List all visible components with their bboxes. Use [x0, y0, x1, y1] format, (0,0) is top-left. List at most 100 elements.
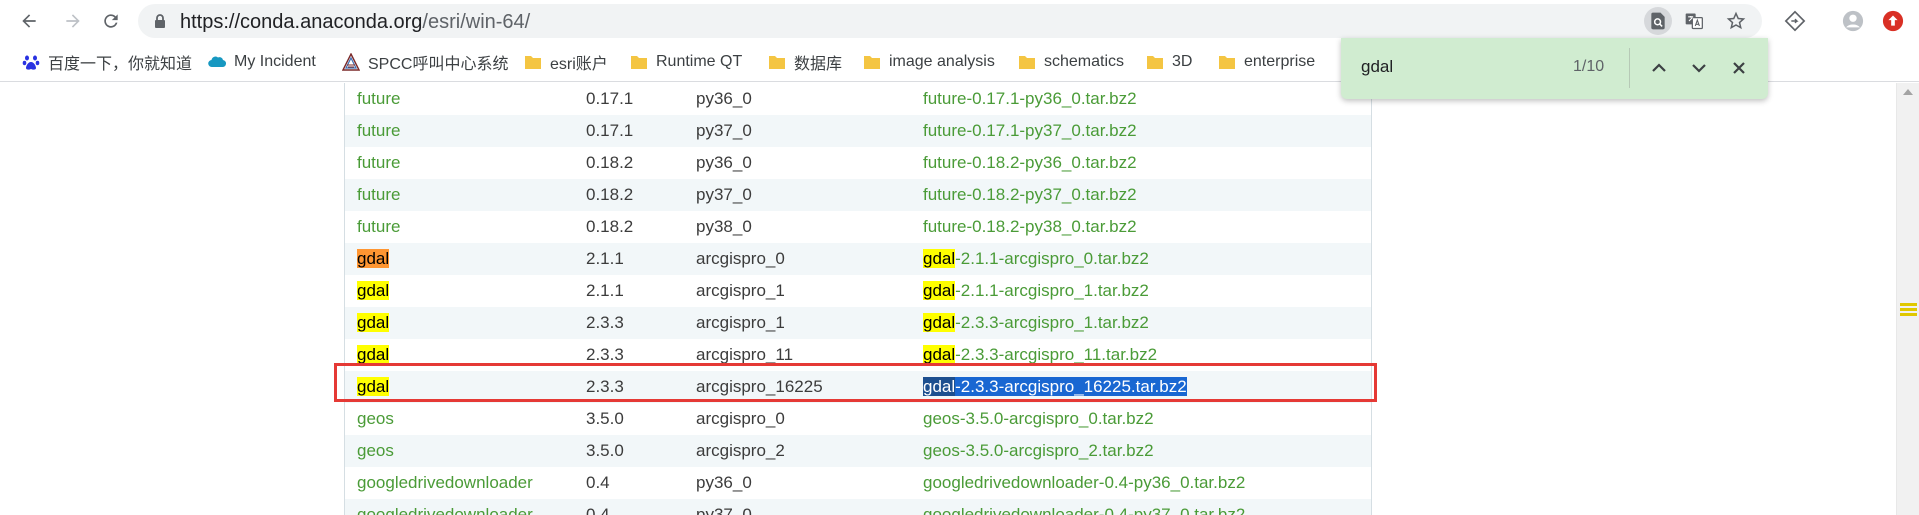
forward-button[interactable] [58, 6, 88, 36]
url-path: /esri/win-64/ [422, 11, 531, 33]
package-name-link[interactable]: future [357, 216, 400, 238]
translate-button[interactable] [1680, 7, 1708, 35]
bookmark-folder-enterprise[interactable]: enterprise [1218, 51, 1315, 73]
package-file-link[interactable]: future-0.18.2-py38_0.tar.bz2 [923, 216, 1137, 238]
package-file-link[interactable]: future-0.18.2-py36_0.tar.bz2 [923, 152, 1137, 174]
package-name-link[interactable]: googledrivedownloader [357, 472, 533, 494]
arrow-left-icon [22, 14, 36, 28]
bookmark-folder-esri[interactable]: esri账户 [524, 51, 608, 73]
find-input[interactable]: gdal [1361, 57, 1393, 77]
package-name-link[interactable]: future [357, 88, 400, 110]
package-name-link[interactable]: future [357, 152, 400, 174]
package-build: arcgispro_1 [696, 281, 785, 300]
find-match-marker [1900, 313, 1917, 316]
chevron-up-icon [1652, 63, 1666, 72]
package-version: 0.17.1 [586, 89, 634, 108]
bookmark-star-button[interactable] [1722, 7, 1750, 35]
bookmark-folder-image-analysis[interactable]: image analysis [863, 51, 995, 73]
package-name-link[interactable]: gdal [357, 312, 390, 334]
package-file-link[interactable]: geos-3.5.0-arcgispro_2.tar.bz2 [923, 440, 1154, 462]
bookmark-label: 百度一下，你就知道 [48, 56, 193, 73]
find-in-page-button[interactable] [1644, 7, 1672, 35]
find-close-button[interactable] [1725, 54, 1753, 82]
package-build: arcgispro_0 [696, 249, 785, 268]
bookmark-baidu[interactable]: 百度一下，你就知道 [22, 51, 192, 73]
find-previous-button[interactable] [1645, 54, 1673, 82]
package-version: 2.3.3 [586, 313, 624, 332]
find-match-marker [1900, 308, 1917, 311]
package-file-link[interactable]: future-0.18.2-py37_0.tar.bz2 [923, 184, 1137, 206]
package-version: 2.1.1 [586, 249, 624, 268]
page-scrollbar[interactable] [1896, 83, 1919, 515]
arrow-right-icon [66, 14, 80, 28]
bookmark-folder-runtime-qt[interactable]: Runtime QT [630, 51, 742, 73]
package-version: 2.1.1 [586, 281, 624, 300]
folder-icon [769, 56, 785, 69]
find-match-count: 1/10 [1573, 58, 1605, 75]
baidu-paw-icon [22, 55, 40, 70]
find-match: gdal [923, 345, 956, 364]
package-file-link[interactable]: geos-3.5.0-arcgispro_0.tar.bz2 [923, 408, 1154, 430]
package-build: arcgispro_0 [696, 409, 785, 428]
package-version: 0.4 [586, 505, 610, 515]
url-text[interactable]: https://conda.anaconda.org/esri/win-64/ [180, 11, 530, 34]
package-build: py36_0 [696, 473, 752, 492]
find-match: gdal [357, 249, 390, 268]
scroll-up-arrow-icon[interactable] [1903, 89, 1913, 95]
find-match: gdal [357, 345, 390, 364]
bookmark-spcc[interactable]: SPCC呼叫中心系统 [342, 51, 508, 73]
folder-icon [1219, 56, 1235, 69]
file-name-rest: -2.3.3-arcgispro_1.tar.bz2 [955, 313, 1149, 332]
bookmark-my-incident[interactable]: My Incident [208, 51, 316, 73]
find-match-marker [1900, 303, 1917, 306]
package-file-link[interactable]: future-0.17.1-py37_0.tar.bz2 [923, 120, 1137, 142]
update-arrow-icon [1882, 10, 1904, 32]
profile-button[interactable] [1838, 6, 1868, 36]
package-name-link[interactable]: future [357, 120, 400, 142]
find-divider [1629, 48, 1630, 88]
bookmark-label: SPCC呼叫中心系统 [368, 56, 509, 73]
bookmark-folder-database[interactable]: 数据库 [768, 51, 842, 73]
url-host: https://conda.anaconda.org [180, 11, 423, 33]
bookmark-folder-3d[interactable]: 3D [1146, 51, 1192, 73]
package-table: future 0.17.1 py36_0 future-0.17.1-py36_0.t… [344, 83, 1372, 515]
package-file-link[interactable]: googledrivedownloader-0.4-py36_0.tar.bz2 [923, 472, 1245, 494]
browser-toolbar: https://conda.anaconda.org/esri/win-64/ [0, 0, 1919, 42]
folder-icon [1147, 56, 1163, 69]
highlight-box [334, 363, 1377, 402]
package-file-link[interactable]: future-0.17.1-py36_0.tar.bz2 [923, 88, 1137, 110]
package-name-link[interactable]: gdal [357, 280, 390, 302]
package-name-link[interactable]: gdal [357, 248, 390, 270]
reload-icon [104, 14, 118, 28]
table-row: future 0.18.2 py37_0 future-0.18.2-py37_0.t… [345, 179, 1371, 211]
bookmark-label: My Incident [234, 53, 316, 70]
package-file-link[interactable]: gdal-2.3.3-arcgispro_1.tar.bz2 [923, 312, 1149, 334]
package-file-link[interactable]: gdal-2.1.1-arcgispro_0.tar.bz2 [923, 248, 1149, 270]
close-icon [1733, 62, 1745, 74]
package-file-link[interactable]: gdal-2.1.1-arcgispro_1.tar.bz2 [923, 280, 1149, 302]
package-version: 3.5.0 [586, 409, 624, 428]
find-page-icon [1651, 12, 1665, 30]
address-bar[interactable]: https://conda.anaconda.org/esri/win-64/ [138, 4, 1762, 38]
translate-icon [1685, 13, 1703, 30]
table-row: future 0.17.1 py36_0 future-0.17.1-py36_0.t… [345, 83, 1371, 115]
table-row: future 0.18.2 py38_0 future-0.18.2-py38_0.t… [345, 211, 1371, 243]
package-name-link[interactable]: future [357, 184, 400, 206]
package-name-link[interactable]: geos [357, 440, 394, 462]
reload-button[interactable] [96, 6, 126, 36]
find-next-button[interactable] [1685, 54, 1713, 82]
salesforce-cloud-icon [208, 56, 226, 68]
package-name-link[interactable]: geos [357, 408, 394, 430]
back-button[interactable] [14, 6, 44, 36]
package-file-link[interactable]: googledrivedownloader-0.4-py37_0.tar.bz2 [923, 504, 1245, 515]
update-button[interactable] [1878, 6, 1908, 36]
package-build: py36_0 [696, 89, 752, 108]
table-row: future 0.17.1 py37_0 future-0.17.1-py37_0.t… [345, 115, 1371, 147]
bookmark-label: image analysis [889, 53, 995, 70]
package-name-link[interactable]: googledrivedownloader [357, 504, 533, 515]
bookmark-label: esri账户 [550, 56, 608, 73]
file-name-rest: -2.1.1-arcgispro_1.tar.bz2 [955, 281, 1149, 300]
folder-icon [864, 56, 880, 69]
extension-button[interactable] [1780, 6, 1810, 36]
bookmark-folder-schematics[interactable]: schematics [1018, 51, 1124, 73]
